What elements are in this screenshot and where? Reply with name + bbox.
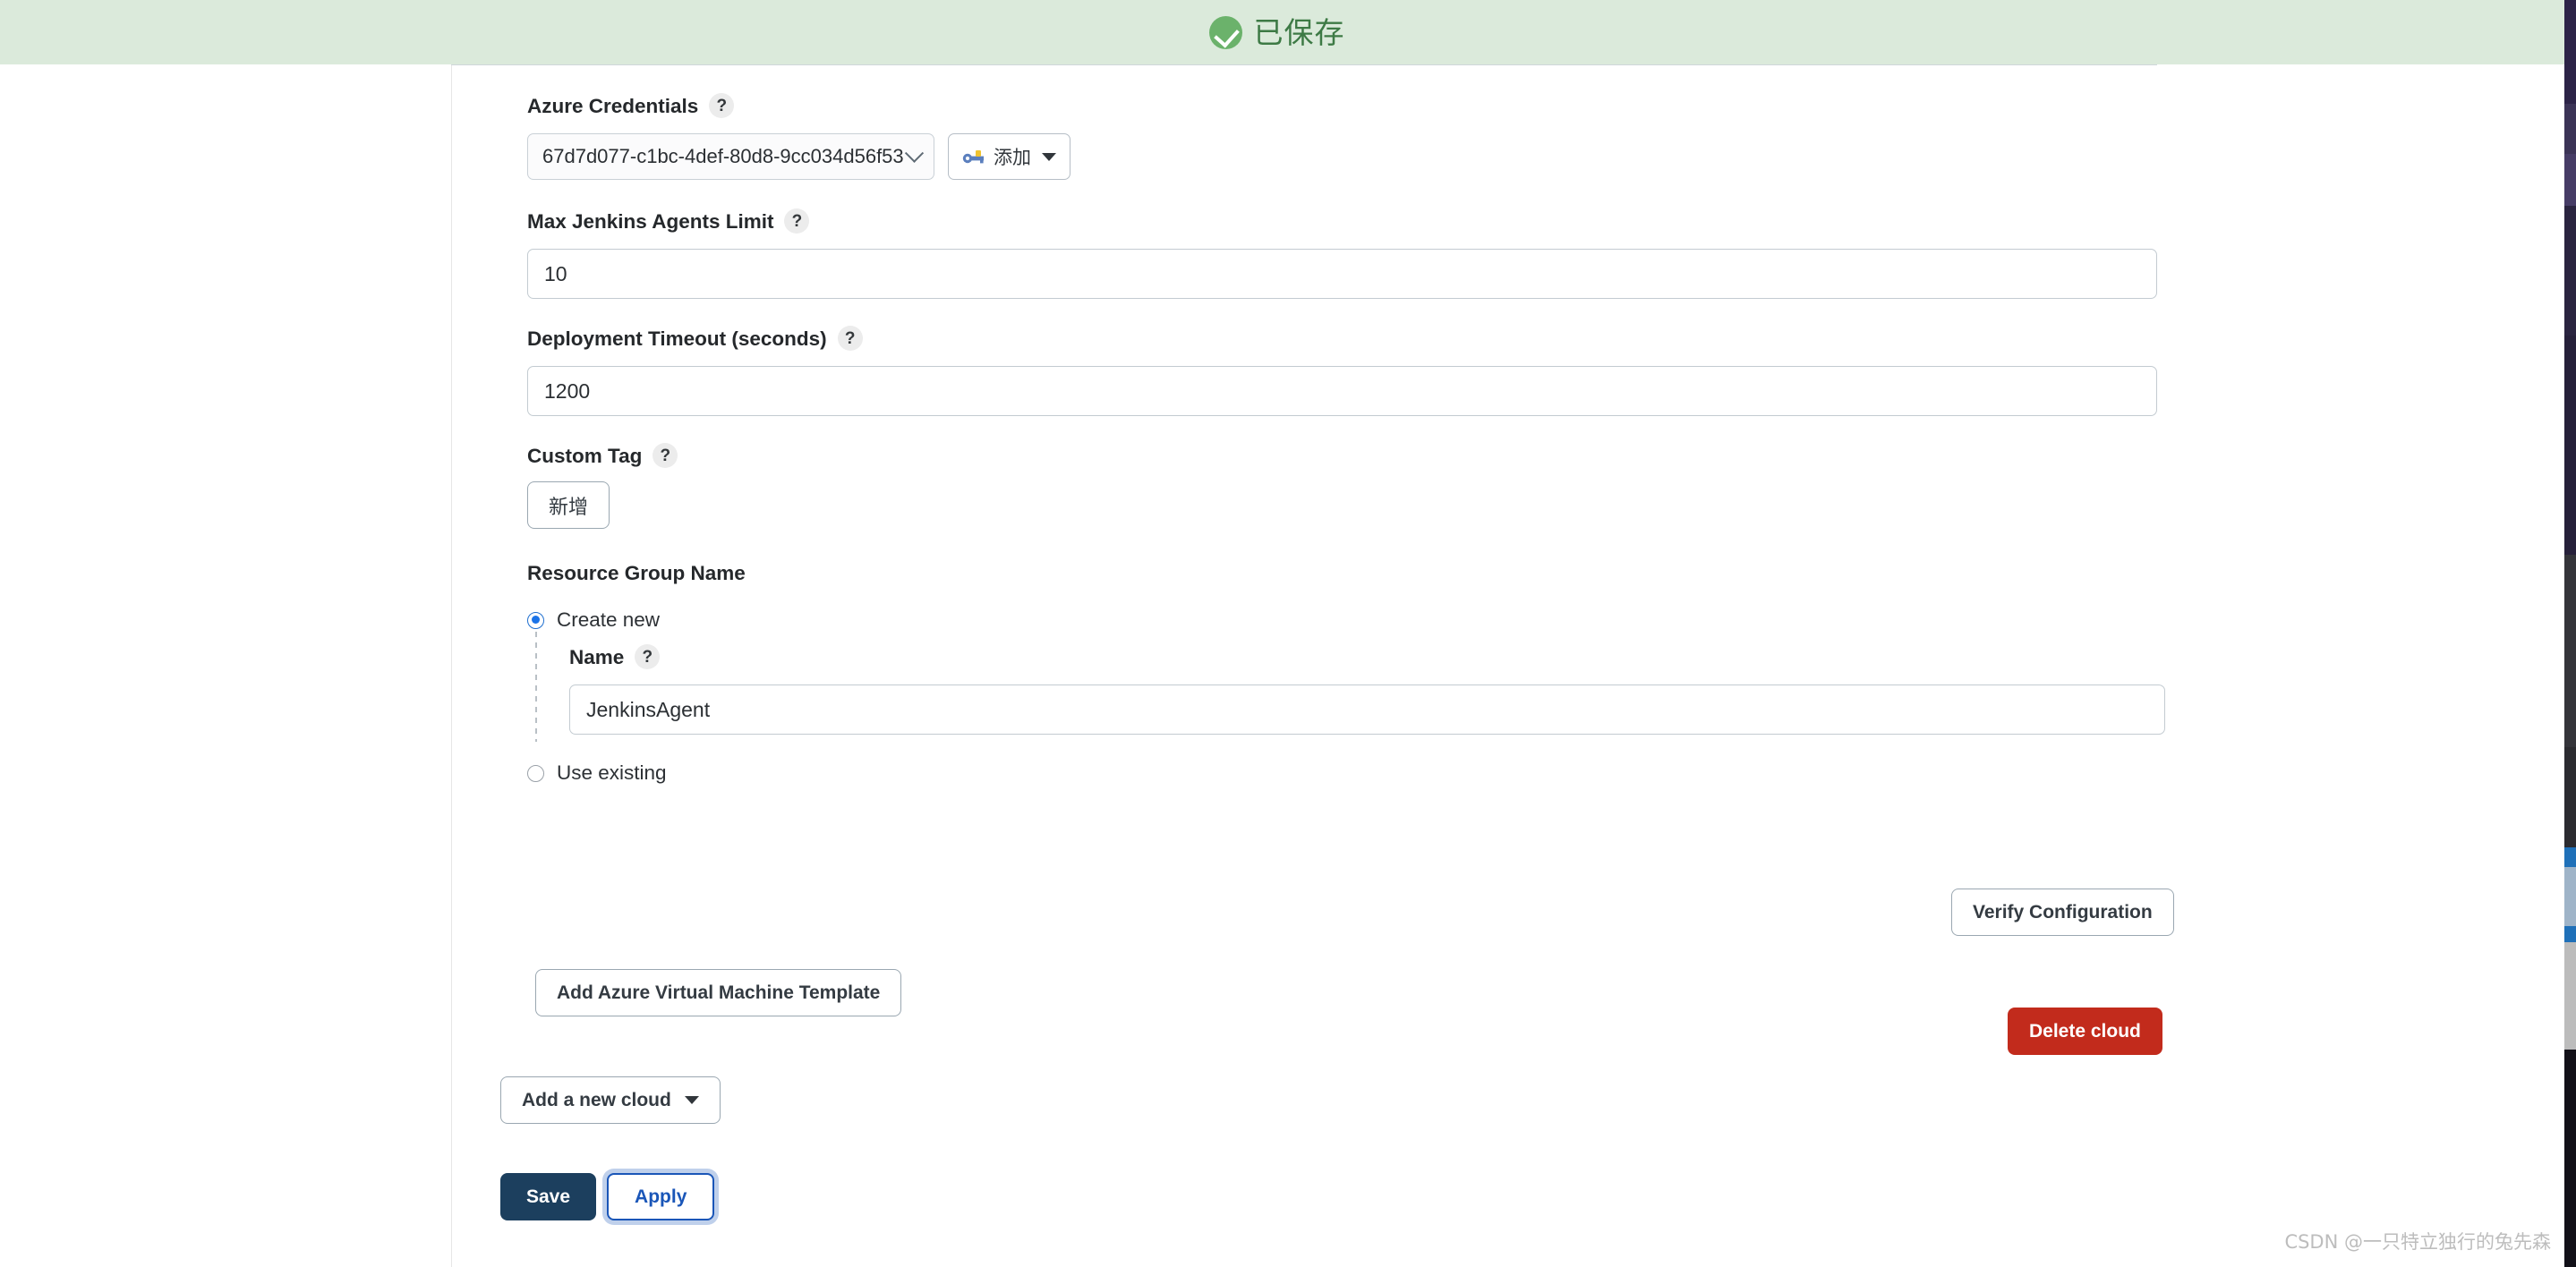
add-credentials-button[interactable]: 添加	[948, 133, 1070, 180]
azure-credentials-selected-value: 67d7d077-c1bc-4def-80d8-9cc034d56f53	[542, 145, 904, 167]
verify-configuration-button[interactable]: Verify Configuration	[1951, 889, 2174, 936]
azure-credentials-label-row: Azure Credentials ?	[527, 93, 2165, 118]
panel-top-border	[451, 64, 2157, 65]
resource-group-name-label-row: Name ?	[569, 644, 2165, 669]
max-agents-label-row: Max Jenkins Agents Limit ?	[527, 208, 2165, 234]
max-agents-input[interactable]: 10	[527, 249, 2157, 299]
saved-banner-label: 已保存	[1253, 14, 1345, 50]
resource-group-name-label: Name	[569, 645, 625, 668]
deployment-timeout-label-row: Deployment Timeout (seconds) ?	[527, 326, 2165, 351]
resource-group-name-input[interactable]: JenkinsAgent	[569, 685, 2165, 735]
field-max-agents: Max Jenkins Agents Limit ? 10	[527, 208, 2165, 299]
add-azure-vm-template-button[interactable]: Add Azure Virtual Machine Template	[535, 969, 902, 1016]
form-action-bar: Save Apply	[500, 1173, 715, 1220]
field-resource-group: Resource Group Name Create new Name ? Je…	[527, 561, 2165, 785]
radio-use-existing-label: Use existing	[557, 761, 667, 784]
azure-credentials-select[interactable]: 67d7d077-c1bc-4def-80d8-9cc034d56f53	[527, 133, 934, 180]
field-azure-credentials: Azure Credentials ? 67d7d077-c1bc-4def-8…	[527, 93, 2165, 180]
apply-button[interactable]: Apply	[607, 1173, 715, 1220]
help-icon[interactable]: ?	[635, 644, 661, 669]
watermark: CSDN @一只特立独行的兔先森	[2284, 1231, 2551, 1253]
deployment-timeout-label: Deployment Timeout (seconds)	[527, 327, 827, 350]
caret-down-icon	[1042, 152, 1056, 161]
azure-credentials-row: 67d7d077-c1bc-4def-80d8-9cc034d56f53 添加	[527, 133, 2165, 180]
check-circle-icon	[1208, 15, 1242, 49]
delete-cloud-button[interactable]: Delete cloud	[2008, 1008, 2162, 1055]
azure-credentials-label: Azure Credentials	[527, 94, 699, 117]
deployment-timeout-value: 1200	[544, 378, 591, 403]
cloud-configuration-form: Azure Credentials ? 67d7d077-c1bc-4def-8…	[527, 93, 2165, 785]
help-icon[interactable]: ?	[709, 93, 735, 118]
resource-group-radio-group: Create new Name ? JenkinsAgent Use exist…	[527, 608, 2165, 785]
resource-group-label-row: Resource Group Name	[527, 561, 2165, 585]
left-content-divider	[451, 64, 452, 1267]
resource-group-name-value: JenkinsAgent	[586, 697, 711, 721]
chevron-down-icon	[904, 143, 925, 163]
max-agents-value: 10	[544, 261, 567, 285]
radio-use-existing[interactable]: Use existing	[527, 761, 2165, 785]
help-icon[interactable]: ?	[653, 443, 678, 468]
radio-create-new-control[interactable]	[527, 611, 544, 629]
radio-use-existing-control[interactable]	[527, 764, 544, 782]
saved-banner-content: 已保存	[1208, 14, 1345, 50]
page-root: 已保存 Azure Credentials ? 67d7d077-c1bc-4d…	[0, 0, 2576, 1267]
radio-create-new[interactable]: Create new	[527, 608, 2165, 632]
resource-group-label: Resource Group Name	[527, 562, 746, 584]
field-custom-tag: Custom Tag ? 新增	[527, 443, 2165, 529]
help-icon[interactable]: ?	[784, 208, 810, 234]
field-deployment-timeout: Deployment Timeout (seconds) ? 1200	[527, 326, 2165, 416]
custom-tag-label-row: Custom Tag ?	[527, 443, 2165, 468]
save-button[interactable]: Save	[500, 1173, 597, 1220]
custom-tag-label: Custom Tag	[527, 444, 643, 467]
key-icon	[962, 150, 984, 164]
add-credentials-label: 添加	[994, 147, 1031, 168]
add-new-cloud-button[interactable]: Add a new cloud	[500, 1076, 721, 1124]
max-agents-label: Max Jenkins Agents Limit	[527, 209, 774, 233]
saved-banner: 已保存	[0, 0, 2564, 64]
radio-create-new-label: Create new	[557, 608, 661, 631]
caret-down-icon	[684, 1096, 699, 1104]
help-icon[interactable]: ?	[837, 326, 863, 351]
window-right-edge-strip	[2564, 0, 2576, 1267]
create-new-nested-panel: Name ? JenkinsAgent	[535, 632, 2165, 742]
add-new-cloud-label: Add a new cloud	[522, 1089, 671, 1110]
deployment-timeout-input[interactable]: 1200	[527, 366, 2157, 416]
custom-tag-add-button[interactable]: 新增	[527, 481, 610, 529]
